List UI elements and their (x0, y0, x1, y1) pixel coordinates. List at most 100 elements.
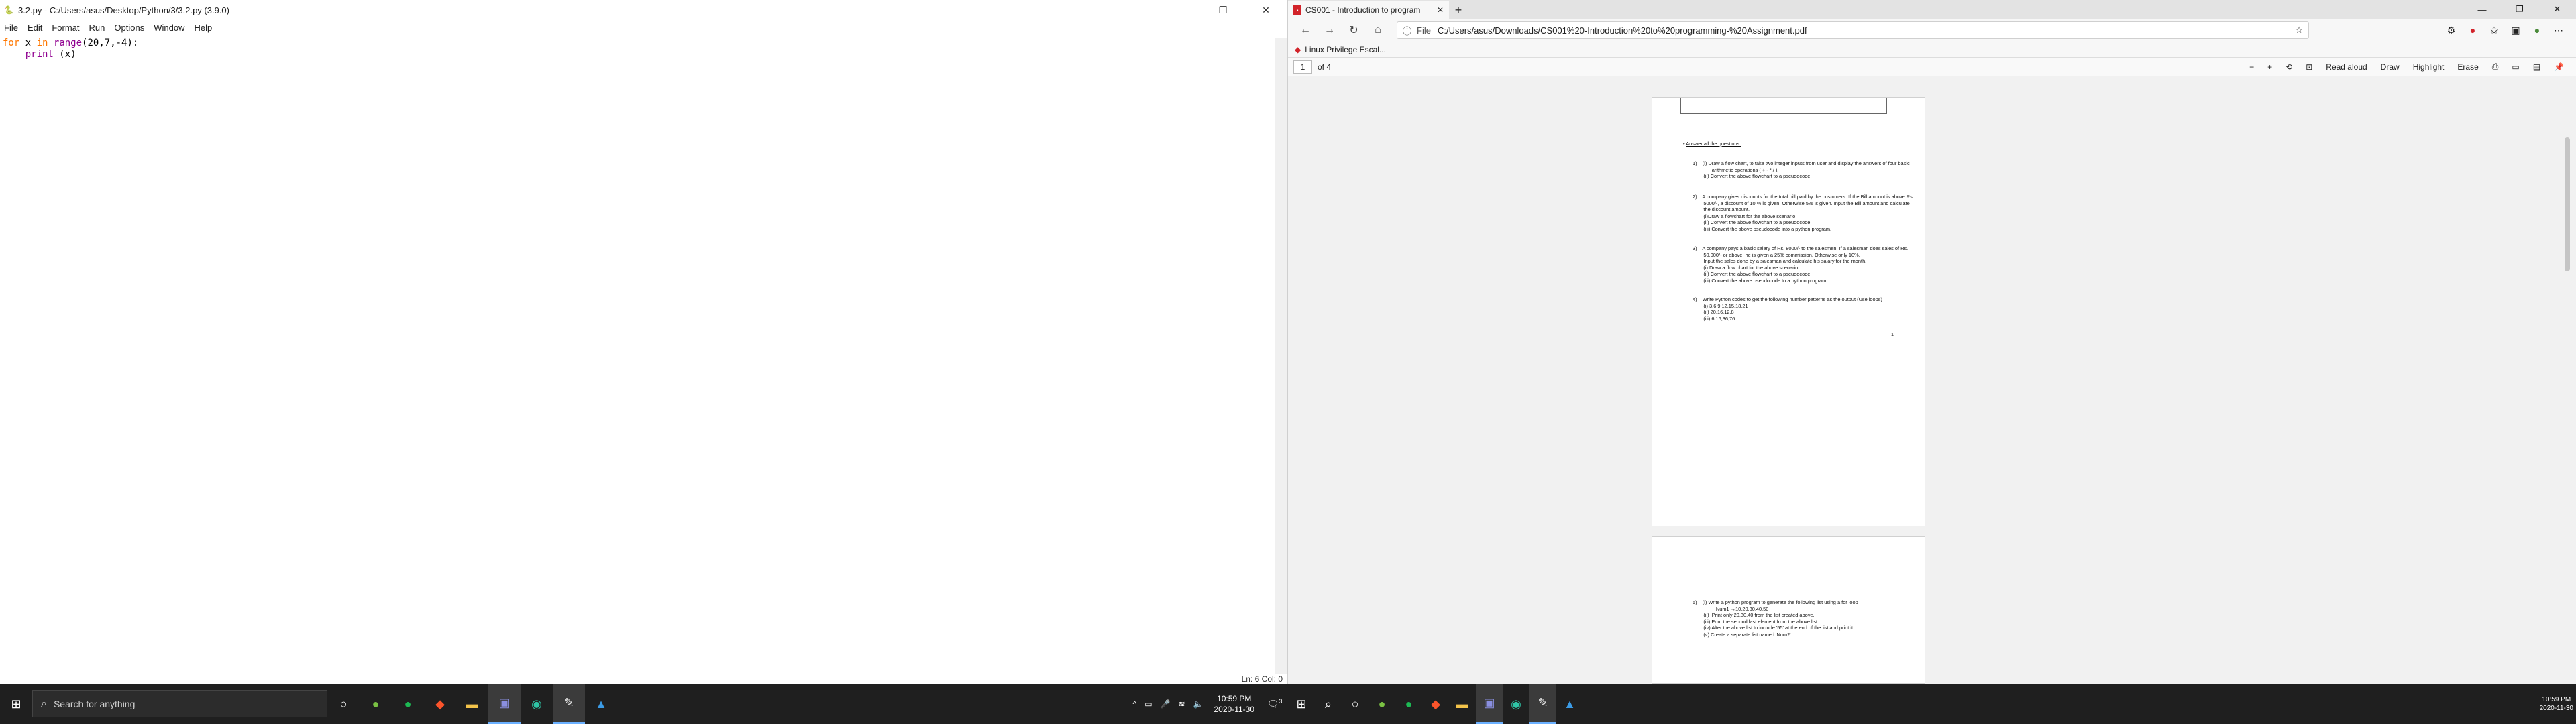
rotate-icon[interactable]: ⟲ (2286, 62, 2292, 72)
code-line-2: print (x) (3, 49, 1275, 60)
header-box (1680, 98, 1887, 114)
teams-icon[interactable]: ▣ (488, 684, 521, 724)
idle-app-icon: 🐍 (4, 5, 14, 15)
address-url: C:/Users/asus/Downloads/CS001%20-Introdu… (1437, 25, 1807, 36)
cortana-icon[interactable]: ○ (327, 684, 360, 724)
chevron-up-icon[interactable]: ^ (1133, 699, 1137, 709)
menu-window[interactable]: Window (154, 23, 184, 33)
taskbar-search-box[interactable]: ⌕ Search for anything (32, 690, 327, 717)
idle-icon-right[interactable]: ✎ (1529, 684, 1556, 724)
photo-icon-right[interactable]: ▲ (1556, 684, 1583, 724)
volume-icon[interactable]: 🔈 (1193, 699, 1203, 709)
edge-icon[interactable]: ◉ (521, 684, 553, 724)
back-icon[interactable]: ← (1293, 24, 1318, 36)
spotify-icon-right[interactable]: ● (1395, 684, 1422, 724)
brave-icon-right[interactable]: ◆ (1422, 684, 1449, 724)
menu-run[interactable]: Run (89, 23, 105, 33)
question-3: 3) A company pays a basic salary of Rs. … (1693, 245, 1909, 284)
browser-minimize-button[interactable]: — (2463, 0, 2501, 19)
zoom-out-button[interactable]: − (2249, 62, 2254, 72)
profile-avatar[interactable]: ● (2526, 25, 2548, 36)
menu-help[interactable]: Help (194, 23, 212, 33)
print-icon[interactable]: ⎙ (2492, 62, 2499, 72)
clock-date: 2020-11-30 (1214, 705, 1255, 714)
favorites-icon[interactable]: ✩ (2483, 25, 2505, 36)
question-5: 5) (i) Write a python program to generat… (1693, 599, 1858, 638)
cortana-icon-right[interactable]: ○ (1342, 684, 1368, 724)
extension-icon[interactable]: ⚙ (2440, 25, 2462, 36)
menu-file[interactable]: File (4, 23, 18, 33)
taskbar-clock[interactable]: 10:59 PM 2020-11-30 (1214, 693, 1255, 715)
code-editor[interactable]: for x in range(20,7,-4): print (x) (0, 38, 1275, 674)
favorites-bar: ◆ Linux Privilege Escal... (1288, 42, 2576, 58)
more-options-icon[interactable]: ⋯ (2548, 25, 2569, 36)
bookmark-icon: ◆ (1295, 44, 1301, 54)
start-windows-icon[interactable]: ⊞ (0, 684, 32, 724)
zoom-in-button[interactable]: + (2267, 62, 2272, 72)
brave-icon[interactable]: ◆ (424, 684, 456, 724)
photo-icon[interactable]: ▲ (585, 684, 617, 724)
idle-icon[interactable]: ✎ (553, 684, 585, 724)
taskbar-clock-right[interactable]: 10:59 PM 2020-11-30 (2540, 695, 2573, 713)
new-tab-button[interactable]: + (1449, 1, 1468, 19)
app-green-icon-right[interactable]: ● (1368, 684, 1395, 724)
browser-maximize-button[interactable]: ❐ (2501, 0, 2538, 19)
taskbar: ⊞ ⌕ Search for anything ○ ● ● ◆ ▬ ▣ ◉ ✎ … (0, 684, 2576, 724)
wifi-icon[interactable]: ≋ (1178, 699, 1185, 709)
battery-icon[interactable]: ▭ (1144, 699, 1152, 709)
pdf-toolbar: 1 of 4 − + ⟲ ⊡ Read aloud Draw Highlight… (1288, 58, 2576, 76)
menu-options[interactable]: Options (114, 23, 144, 33)
editor-scrollbar[interactable] (1275, 38, 1287, 674)
notification-icon[interactable]: 🗨3 (1261, 698, 1288, 710)
menu-edit[interactable]: Edit (28, 23, 42, 33)
page-number-input[interactable]: 1 (1293, 60, 1312, 74)
highlight-button[interactable]: Highlight (2413, 62, 2445, 72)
favorite-star-icon[interactable]: ☆ (2295, 25, 2303, 36)
file-explorer-icon-right[interactable]: ▬ (1449, 684, 1476, 724)
cursor-position: Ln: 6 Col: 0 (1241, 674, 1283, 684)
erase-button[interactable]: Erase (2457, 62, 2478, 72)
keyword-for: for (3, 38, 20, 48)
page-count: of 4 (1318, 62, 1332, 72)
page-number: 1 (1891, 331, 1894, 337)
save-as-icon[interactable]: ▤ (2533, 62, 2540, 72)
file-explorer-icon[interactable]: ▬ (456, 684, 488, 724)
home-icon[interactable]: ⌂ (1366, 24, 1390, 36)
info-icon[interactable]: ⓘ (1403, 24, 1411, 37)
refresh-icon[interactable]: ↻ (1342, 23, 1366, 37)
menu-format[interactable]: Format (52, 23, 79, 33)
save-icon[interactable]: ▭ (2512, 62, 2519, 72)
teams-icon-right[interactable]: ▣ (1476, 684, 1503, 724)
draw-button[interactable]: Draw (2381, 62, 2400, 72)
forward-icon[interactable]: → (1318, 24, 1342, 36)
maximize-button[interactable]: ❐ (1201, 0, 1244, 20)
close-button[interactable]: ✕ (1244, 0, 1287, 20)
system-tray: ^ ▭ 🎤 ≋ 🔈 10:59 PM 2020-11-30 🗨3 (1129, 684, 1288, 724)
bookmark-linux-privilege[interactable]: Linux Privilege Escal... (1305, 45, 1386, 54)
taskbar-left-monitor: ⊞ ⌕ Search for anything ○ ● ● ◆ ▬ ▣ ◉ ✎ … (0, 684, 1288, 724)
search-icon-right[interactable]: ⌕ (1315, 684, 1342, 724)
fit-page-icon[interactable]: ⊡ (2306, 62, 2312, 72)
tab-pdf-assignment[interactable]: ▪ CS001 - Introduction to program ✕ (1288, 1, 1449, 19)
instruction-heading: • Answer all the questions. (1683, 141, 1741, 147)
address-bar[interactable]: ⓘ File C:/Users/asus/Downloads/CS001%20-… (1397, 21, 2309, 39)
spotify-icon[interactable]: ● (392, 684, 424, 724)
range-args: (20,7,-4): (82, 38, 139, 48)
browser-close-button[interactable]: ✕ (2538, 0, 2576, 19)
code-line-1: for x in range(20,7,-4): (3, 38, 1275, 49)
minimize-button[interactable]: — (1159, 0, 1201, 20)
app-green-icon[interactable]: ● (360, 684, 392, 724)
pdf-page-1: • Answer all the questions. 1) (i) Draw … (1652, 97, 1925, 526)
pdf-scrollbar[interactable] (2563, 97, 2572, 684)
read-aloud-button[interactable]: Read aloud (2326, 62, 2367, 72)
search-icon: ⌕ (41, 698, 47, 709)
collections-icon[interactable]: ▣ (2505, 25, 2526, 36)
tab-close-icon[interactable]: ✕ (1437, 5, 1444, 15)
scrollbar-thumb[interactable] (2565, 137, 2570, 272)
pin-icon[interactable]: 📌 (2554, 62, 2564, 72)
question-2: 2) A company gives discounts for the tot… (1693, 194, 1914, 232)
adblock-icon[interactable]: ● (2462, 25, 2483, 36)
edge-icon-right[interactable]: ◉ (1503, 684, 1529, 724)
start-windows-icon-right[interactable]: ⊞ (1288, 684, 1315, 724)
microphone-icon[interactable]: 🎤 (1161, 699, 1171, 709)
